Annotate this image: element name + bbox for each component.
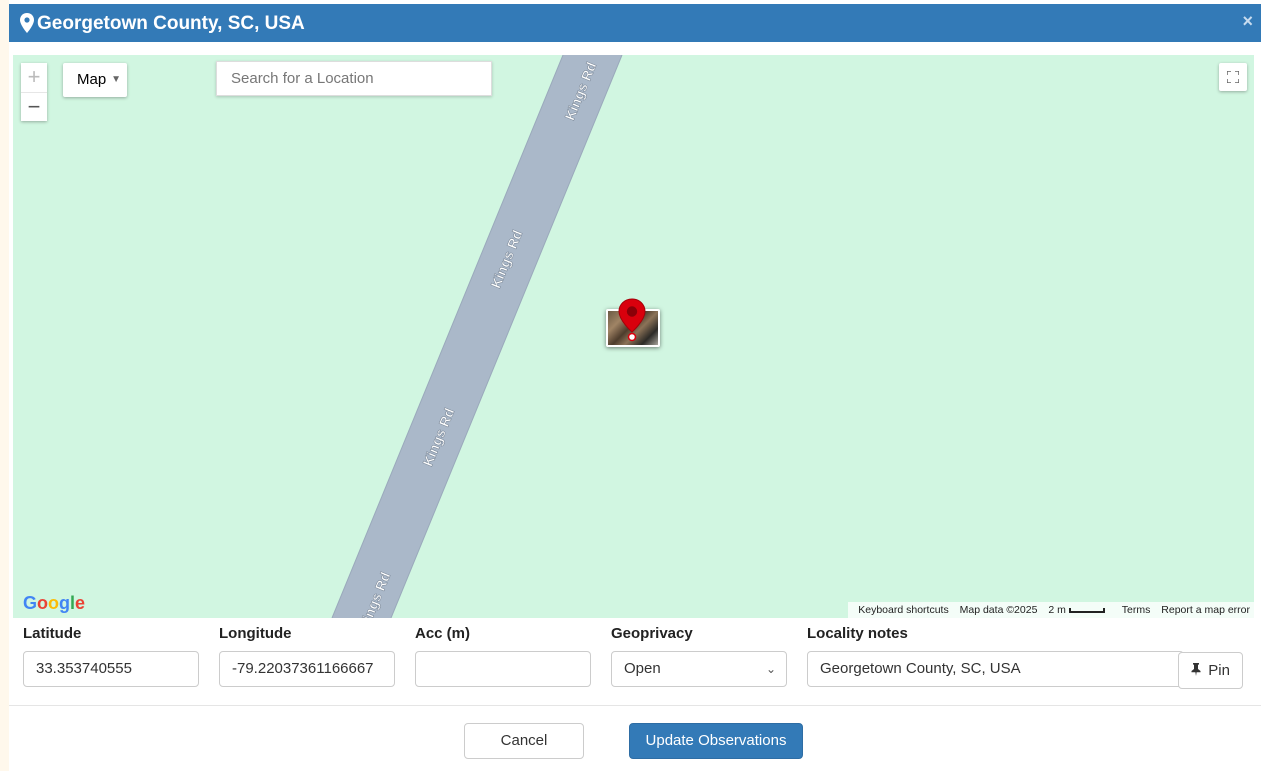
longitude-field-group: Longitude -79.22037361166667: [219, 625, 395, 687]
location-form: Latitude 33.353740555 Longitude -79.2203…: [9, 625, 1261, 695]
geoprivacy-value: Open: [624, 660, 661, 677]
map-pin-icon: [618, 298, 646, 342]
locality-notes-label: Locality notes: [807, 625, 908, 642]
map-marker-icon: [20, 13, 34, 33]
keyboard-shortcuts-link[interactable]: Keyboard shortcuts: [858, 602, 948, 618]
longitude-label: Longitude: [219, 625, 292, 642]
map-type-dropdown[interactable]: Map ▼: [63, 63, 127, 97]
geoprivacy-field-group: Geoprivacy Open ⌄: [611, 625, 787, 687]
accuracy-label: Acc (m): [415, 625, 471, 642]
accuracy-input[interactable]: [415, 651, 591, 687]
footer-divider: [9, 705, 1261, 706]
cancel-button[interactable]: Cancel: [464, 723, 584, 759]
fullscreen-icon: [1227, 71, 1239, 83]
map-type-label: Map: [77, 71, 107, 88]
latitude-field-group: Latitude 33.353740555: [23, 625, 199, 687]
accuracy-field-group: Acc (m): [415, 625, 591, 687]
location-search-input[interactable]: [216, 61, 492, 96]
locality-field-group: Locality notes Georgetown County, SC, US…: [807, 625, 1184, 687]
map-canvas[interactable]: Kings Rd Kings Rd Kings Rd Kings Rd + − …: [13, 55, 1254, 618]
scale-bar: [1068, 607, 1105, 613]
caret-down-icon: ▼: [111, 74, 121, 85]
location-modal: Georgetown County, SC, USA × Kings Rd Ki…: [9, 0, 1261, 771]
fullscreen-button[interactable]: [1219, 63, 1247, 91]
observation-marker[interactable]: [606, 298, 662, 350]
zoom-control: + −: [21, 63, 47, 121]
map-attribution: Keyboard shortcuts Map data ©2025 2 m Te…: [848, 602, 1254, 618]
locality-notes-input[interactable]: Georgetown County, SC, USA: [807, 651, 1184, 687]
geoprivacy-select[interactable]: Open ⌄: [611, 651, 787, 687]
terms-link[interactable]: Terms: [1122, 602, 1151, 618]
chevron-down-icon: ⌄: [765, 662, 776, 676]
thumbtack-icon: [1191, 663, 1201, 676]
google-logo: Google: [23, 593, 86, 613]
latitude-label: Latitude: [23, 625, 82, 642]
zoom-out-button[interactable]: −: [21, 92, 47, 121]
longitude-input[interactable]: -79.22037361166667: [219, 651, 395, 687]
scale-label: 2 m: [1048, 602, 1119, 618]
pin-button[interactable]: Pin: [1178, 652, 1243, 689]
zoom-in-button[interactable]: +: [21, 63, 47, 92]
modal-title: Georgetown County, SC, USA: [37, 13, 305, 34]
update-observations-button[interactable]: Update Observations: [629, 723, 803, 759]
close-button[interactable]: ×: [1242, 11, 1253, 31]
pin-button-label: Pin: [1208, 662, 1230, 679]
geoprivacy-label: Geoprivacy: [611, 625, 693, 642]
modal-header: Georgetown County, SC, USA ×: [9, 4, 1261, 42]
report-error-link[interactable]: Report a map error: [1161, 602, 1250, 618]
map-data-text: Map data ©2025: [959, 604, 1038, 616]
latitude-input[interactable]: 33.353740555: [23, 651, 199, 687]
